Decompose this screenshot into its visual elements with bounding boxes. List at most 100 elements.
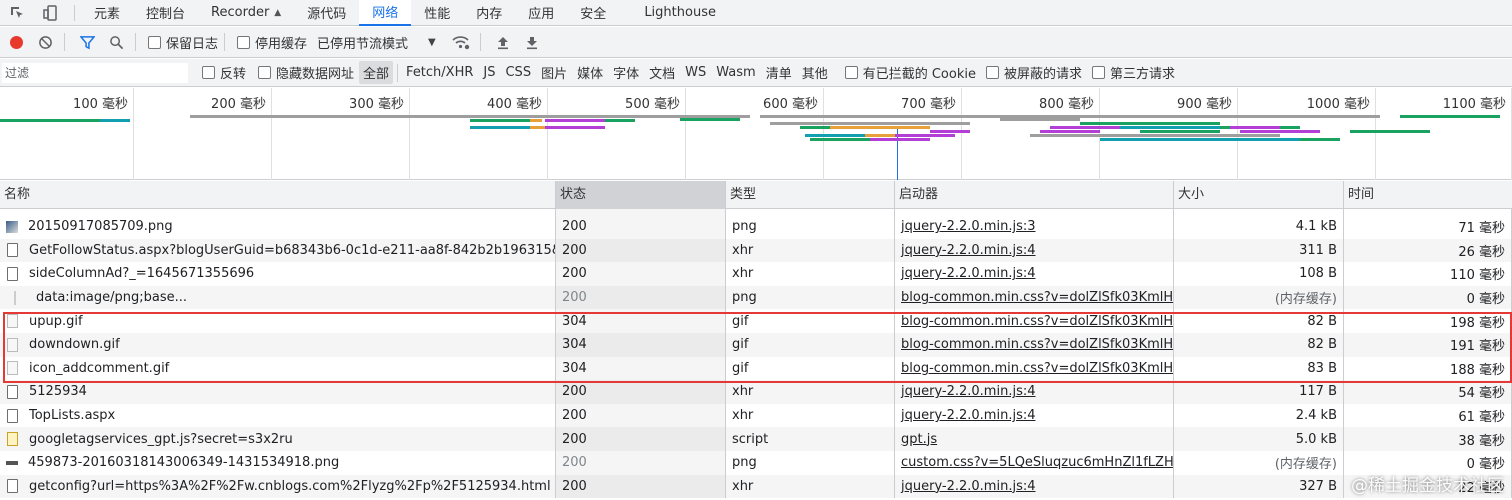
checkbox-box[interactable]	[202, 66, 215, 79]
filter-type-8[interactable]: WS	[681, 63, 710, 82]
filter-type-0[interactable]: 全部	[359, 61, 394, 84]
cell-initiator-text[interactable]: blog-common.min.css?v=dolZlSfk03KmlHd...	[901, 290, 1173, 305]
throttling-value: 已停用节流模式	[317, 36, 409, 52]
waterfall-bar	[1030, 134, 1280, 137]
network-conditions-button[interactable]	[448, 29, 474, 55]
cell-time-text: 26 毫秒	[1458, 244, 1505, 260]
tab-panel-3[interactable]: 源代码	[294, 0, 359, 26]
cell-status: 200	[556, 403, 726, 428]
cell-initiator-text[interactable]: gpt.js	[901, 432, 937, 447]
cell-initiator: jquery-2.2.0.min.js:4	[895, 238, 1174, 263]
cell-initiator-text[interactable]: jquery-2.2.0.min.js:4	[901, 479, 1036, 494]
tab-lighthouse[interactable]: Lighthouse	[631, 0, 729, 26]
filter-type-6[interactable]: 字体	[609, 61, 643, 84]
cell-initiator-text[interactable]: blog-common.min.css?v=dolZlSfk03KmlHd...	[901, 361, 1173, 376]
cell-initiator: gpt.js	[895, 427, 1174, 451]
table-row[interactable]: googletagservices_gpt.js?secret=s3x2ru 20…	[0, 427, 1512, 451]
import-har-button[interactable]	[490, 29, 516, 55]
request-table-body: 20150917085709.png 200 png jquery-2.2.0.min…	[0, 209, 1512, 500]
cell-initiator-text[interactable]: blog-common.min.css?v=dolZlSfk03KmlHd...	[901, 314, 1173, 329]
cell-status: 304	[556, 356, 726, 381]
filter-type-5[interactable]: 媒体	[573, 61, 607, 84]
device-toolbar-icon[interactable]	[34, 0, 68, 26]
column-header-status[interactable]: 状态	[556, 181, 726, 209]
cell-name: getconfig?url=https%3A%2F%2Fw.cnblogs.co…	[0, 474, 556, 499]
waterfall-bar	[1400, 115, 1500, 118]
cell-type-text: png	[732, 290, 757, 306]
blocked-requests-checkbox[interactable]: 被屏蔽的请求	[985, 63, 1082, 82]
column-header-name[interactable]: 名称	[0, 181, 556, 209]
filter-type-10[interactable]: 清单	[762, 61, 796, 84]
third-party-checkbox[interactable]: 第三方请求	[1092, 63, 1175, 82]
filter-type-4[interactable]: 图片	[537, 61, 571, 84]
checkbox-box[interactable]	[148, 35, 161, 49]
tab-panel-4[interactable]: 网络	[359, 0, 412, 26]
inspect-element-icon[interactable]	[0, 0, 34, 26]
record-button[interactable]	[3, 29, 29, 55]
overview-tick-label: 300 毫秒	[349, 97, 404, 112]
waterfall-bar	[895, 134, 955, 137]
table-row[interactable]: 5125934 200 xhr jquery-2.2.0.min.js:4 117 B 5…	[0, 380, 1512, 404]
table-row[interactable]: 20150917085709.png 200 png jquery-2.2.0.min…	[0, 215, 1512, 239]
table-row[interactable]: TopLists.aspx 200 xhr jquery-2.2.0.min.js:4…	[0, 403, 1512, 428]
checkbox-box[interactable]	[844, 66, 858, 79]
table-row[interactable]: downdown.gif 304 gif blog-common.min.css?v=…	[0, 332, 1512, 357]
table-row[interactable]: upup.gif 304 gif blog-common.min.css?v=dolZ…	[0, 309, 1512, 333]
filter-toggle-button[interactable]	[74, 29, 100, 55]
cell-initiator-text[interactable]: jquery-2.2.0.min.js:3	[901, 219, 1036, 234]
filter-type-7[interactable]: 文档	[645, 61, 679, 84]
search-button[interactable]	[103, 29, 129, 55]
column-header-time[interactable]: 时间	[1344, 181, 1512, 209]
table-row[interactable]: 459873-20160318143006349-1431534918.png 2…	[0, 450, 1512, 475]
cell-initiator-text[interactable]: blog-common.min.css?v=dolZlSfk03KmlHd...	[901, 337, 1173, 352]
disable-cache-checkbox[interactable]: 停用缓存	[237, 33, 307, 52]
filter-type-11[interactable]: 其他	[798, 61, 832, 84]
invert-checkbox[interactable]: 反转	[202, 63, 246, 82]
cell-initiator-text[interactable]: jquery-2.2.0.min.js:4	[901, 408, 1036, 423]
filter-input[interactable]	[2, 62, 188, 83]
checkbox-box[interactable]	[258, 66, 272, 79]
tab-panel-0[interactable]: 元素	[81, 0, 133, 26]
blocked-cookies-checkbox[interactable]: 有已拦截的 Cookie	[844, 63, 976, 82]
filter-type-2[interactable]: JS	[479, 63, 499, 82]
checkbox-box[interactable]	[237, 35, 251, 49]
tab-recorder[interactable]: Recorder ▲	[198, 0, 294, 26]
cell-type: xhr	[726, 380, 895, 404]
tab-panel-5[interactable]: 性能	[411, 0, 463, 26]
tab-panel-7[interactable]: 应用	[515, 0, 567, 26]
tab-panel-8[interactable]: 安全	[567, 0, 619, 26]
cell-initiator-text[interactable]: jquery-2.2.0.min.js:4	[901, 266, 1036, 281]
table-row[interactable]: icon_addcomment.gif 304 gif blog-common.min…	[0, 356, 1512, 381]
cell-size-text: 4.1 kB	[1295, 219, 1337, 235]
filter-type-9[interactable]: Wasm	[712, 63, 759, 82]
hide-data-urls-checkbox[interactable]: 隐藏数据网址	[258, 63, 354, 82]
cell-size: 82 B	[1174, 332, 1344, 357]
preserve-log-checkbox[interactable]: 保留日志	[148, 33, 218, 52]
table-row[interactable]: sideColumnAd?_=1645671355696 200 xhr jquery…	[0, 262, 1512, 286]
request-name: icon_addcomment.gif	[29, 360, 170, 376]
network-overview-timeline[interactable]: 100 毫秒 200 毫秒 300 毫秒 400 毫秒 500 毫秒 600 毫秒 700 …	[0, 88, 1512, 180]
checkbox-box[interactable]	[985, 66, 999, 79]
column-header-size[interactable]: 大小	[1174, 181, 1344, 209]
cell-type-text: gif	[732, 337, 749, 353]
table-row[interactable]: GetFollowStatus.aspx?blogUserGuid=b68343…	[0, 238, 1512, 263]
clear-button[interactable]	[32, 29, 58, 55]
export-har-button[interactable]	[519, 29, 545, 55]
filter-type-1[interactable]: Fetch/XHR	[402, 63, 477, 82]
overview-gridline	[685, 88, 686, 180]
cell-initiator-text[interactable]: jquery-2.2.0.min.js:4	[901, 384, 1036, 399]
document-icon	[7, 408, 18, 423]
column-header-type[interactable]: 类型	[726, 181, 895, 209]
table-row[interactable]: data:image/png;base... 200 png blog-common.…	[0, 285, 1512, 310]
throttling-select[interactable]: 已停用节流模式 ▼	[317, 33, 436, 52]
column-header-initiator[interactable]: 启动器	[895, 181, 1174, 209]
cell-initiator-text[interactable]: custom.css?v=5LQeSluqzuc6mHnZl1fLZHQ...	[901, 455, 1173, 470]
tab-panel-6[interactable]: 内存	[463, 0, 515, 26]
checkbox-box[interactable]	[1092, 66, 1105, 79]
table-row[interactable]: getconfig?url=https%3A%2F%2Fw.cnblogs.co…	[0, 474, 1512, 499]
tab-panel-1[interactable]: 控制台	[133, 0, 198, 26]
cell-initiator-text[interactable]: jquery-2.2.0.min.js:4	[901, 243, 1036, 258]
cell-status: 200	[556, 262, 726, 286]
waterfall-bar	[530, 126, 545, 129]
filter-type-3[interactable]: CSS	[501, 63, 535, 82]
